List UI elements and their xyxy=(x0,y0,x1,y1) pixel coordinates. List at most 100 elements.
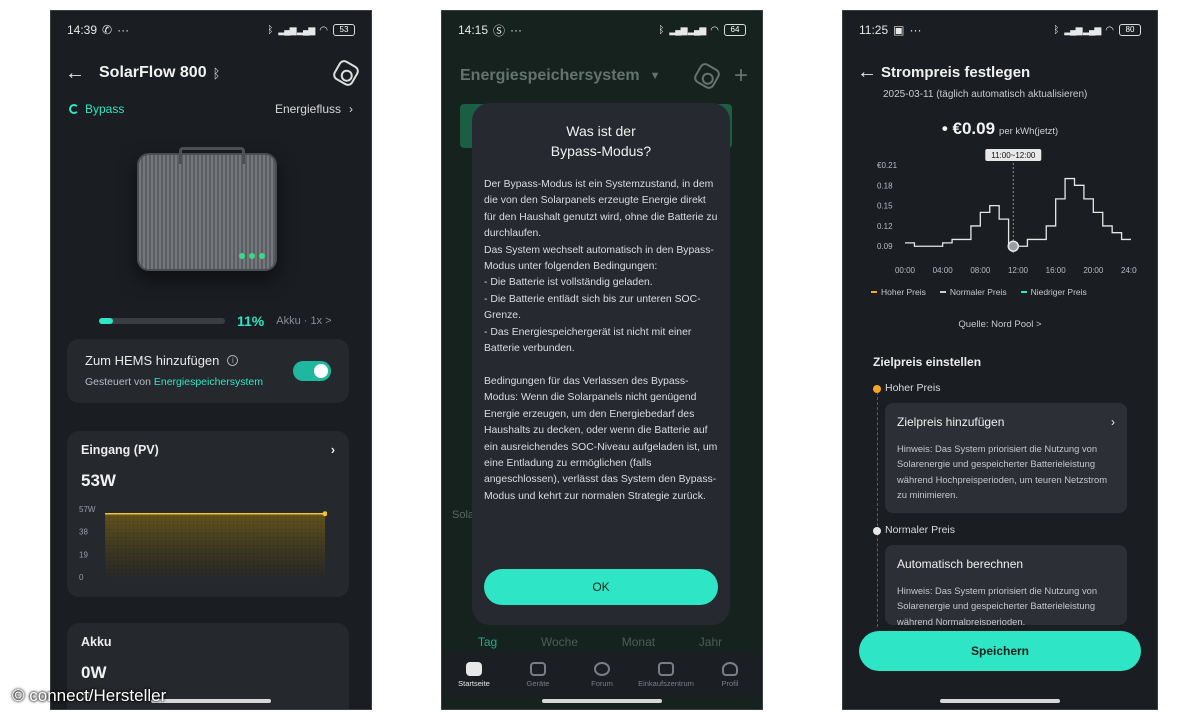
legend-high-label: Hoher Preis xyxy=(881,287,926,297)
tier-high-card-title: Zielpreis hinzufügen xyxy=(897,415,1005,429)
tier-timeline xyxy=(877,387,878,627)
price-xtick: 00:00 xyxy=(895,266,916,275)
bluetooth-icon: ᛒ xyxy=(1053,24,1060,36)
bag-icon xyxy=(658,662,674,676)
info-icon[interactable]: i xyxy=(227,355,239,366)
tier-high-dot xyxy=(873,385,881,393)
tier-normal-card[interactable]: Automatisch berechnen Hinweis: Das Syste… xyxy=(885,545,1127,625)
image-credit: © connect/Hersteller xyxy=(12,686,167,705)
current-price-unit: per kWh(jetzt) xyxy=(999,126,1059,137)
bypass-link[interactable]: Bypass xyxy=(69,102,124,116)
tab-devices-label: Geräte xyxy=(526,679,550,688)
legend-low-swatch xyxy=(1020,291,1027,293)
dialog-title-line2: Bypass-Modus? xyxy=(550,143,652,159)
pv-area-grid xyxy=(105,513,325,577)
pv-ytick: 19 xyxy=(79,550,88,559)
bypass-icon xyxy=(69,104,79,114)
price-xtick: 04:00 xyxy=(933,266,954,275)
status-bar: 11:25 ▣ ··· ᛒ ▂▄▆ ▂▄▆ ◠ 80 xyxy=(843,11,1157,49)
settings-hex-icon[interactable] xyxy=(691,60,723,92)
page-title: Strompreis festlegen xyxy=(881,63,1031,81)
pv-input-card[interactable]: Eingang (PV) › 53W 57W 38 19 0 xyxy=(67,431,349,597)
bypass-label: Bypass xyxy=(85,102,125,116)
device-image xyxy=(137,147,277,271)
price-chart[interactable]: €0.21 0.18 0.15 0.12 0.09 00:00 04:00 08:00 12:… xyxy=(869,149,1137,279)
bottom-tab-bar: Startseite Geräte Forum Einkaufszentrum … xyxy=(442,653,762,697)
tab-forum-label: Forum xyxy=(591,679,613,688)
tier-normal-hint: Hinweis: Das System priorisiert die Nutz… xyxy=(897,585,1098,625)
battery-indicator: 80 xyxy=(1119,24,1141,36)
more-icon: ··· xyxy=(510,23,523,37)
price-xtick: 24:00 xyxy=(1121,266,1137,275)
devices-icon xyxy=(530,662,546,676)
chevron-right-icon: › xyxy=(1111,415,1115,429)
tier-normal-card-title: Automatisch berechnen xyxy=(897,557,1024,571)
mode-row: Bypass Energiefluss › xyxy=(69,99,353,119)
pv-ytick: 57W xyxy=(79,505,96,514)
status-time: 14:39 xyxy=(67,23,98,37)
battery-sub: Akku · 1x > xyxy=(276,315,332,327)
akku-value: 0W xyxy=(81,663,107,682)
price-xtick: 08:00 xyxy=(970,266,991,275)
globe-icon xyxy=(594,662,610,676)
settings-hex-icon[interactable] xyxy=(330,57,362,89)
skype-icon: Ⓢ xyxy=(493,23,506,38)
status-bar: 14:39 ✆ ··· ᛒ ▂▄▆ ▂▄▆ ◠ 53 xyxy=(51,11,371,49)
signal-icon: ▂▄▆ ▂▄▆ xyxy=(669,24,706,35)
battery-progress[interactable]: 11% Akku · 1x > xyxy=(99,313,345,329)
tab-home[interactable]: Startseite xyxy=(444,653,504,697)
tier-high-card[interactable]: Zielpreis hinzufügen › Hinweis: Das Syste… xyxy=(885,403,1127,513)
energy-flow-label: Energiefluss xyxy=(274,102,341,116)
price-xtick: 12:00 xyxy=(1008,266,1029,275)
ok-button[interactable]: OK xyxy=(484,569,718,605)
page-title: SolarFlow 800 xyxy=(99,64,207,81)
page-title[interactable]: Energiespeichersystem xyxy=(460,67,640,85)
price-xtick: 16:00 xyxy=(1046,266,1067,275)
energy-flow-link[interactable]: Energiefluss › xyxy=(275,102,353,116)
person-icon xyxy=(722,662,738,676)
tier-normal-dot xyxy=(873,527,881,535)
tier-normal-label: Normaler Preis xyxy=(885,524,956,536)
back-arrow-icon[interactable]: ← xyxy=(857,61,881,84)
hems-toggle[interactable] xyxy=(293,361,331,381)
pv-value: 53W xyxy=(81,471,116,490)
tier-high-hint: Hinweis: Das System priorisiert die Nutz… xyxy=(897,443,1107,501)
battery-bar xyxy=(99,318,225,324)
legend-normal: Normaler Preis xyxy=(939,287,1007,297)
tab-profile-label: Profil xyxy=(721,679,739,688)
tab-shop[interactable]: Einkaufszentrum xyxy=(636,653,696,697)
battery-percent: 11% xyxy=(237,313,265,329)
tab-profile[interactable]: Profil xyxy=(700,653,760,697)
akku-card-title: Akku xyxy=(81,635,112,649)
home-indicator xyxy=(151,699,271,703)
status-time: 11:25 xyxy=(859,23,889,37)
price-legend: Hoher Preis Normaler Preis Niedriger Pre… xyxy=(871,287,1147,297)
bluetooth-icon: ᛒ xyxy=(267,24,274,36)
phone-solarflow: 14:39 ✆ ··· ᛒ ▂▄▆ ▂▄▆ ◠ 53 ← SolarFlow 800 ᛒ … xyxy=(50,10,372,710)
status-bar: 14:15 Ⓢ ··· ᛒ ▂▄▆ ▂▄▆ ◠ 64 xyxy=(442,11,762,49)
pv-card-title: Eingang (PV) xyxy=(81,443,159,457)
price-ytick: 0.12 xyxy=(877,222,893,231)
save-button[interactable]: Speichern xyxy=(859,631,1141,671)
battery-indicator: 53 xyxy=(333,24,355,36)
top-bar: Energiespeichersystem ▼ + xyxy=(460,59,748,93)
phone-bypass-modal: 14:15 Ⓢ ··· ᛒ ▂▄▆ ▂▄▆ ◠ 64 Energiespeichersys… xyxy=(441,10,763,710)
wifi-icon: ◠ xyxy=(710,24,719,36)
price-source-link[interactable]: Quelle: Nord Pool > xyxy=(843,319,1157,330)
tab-forum[interactable]: Forum xyxy=(572,653,632,697)
hems-title: Zum HEMS hinzufügen xyxy=(85,353,220,368)
signal-icon: ▂▄▆ ▂▄▆ xyxy=(1064,24,1101,35)
back-arrow-icon[interactable]: ← xyxy=(65,62,99,85)
whatsapp-icon: ✆ xyxy=(102,23,113,37)
phone-electricity-price: 11:25 ▣ ··· ᛒ ▂▄▆ ▂▄▆ ◠ 80 ← Strompreis festl… xyxy=(842,10,1158,710)
battery-bar-fill xyxy=(99,318,113,324)
add-icon[interactable]: + xyxy=(734,64,748,88)
top-bar: ← Strompreis festlegen xyxy=(857,59,1143,85)
price-tooltip-label: 11:00~12:00 xyxy=(991,151,1036,160)
home-icon xyxy=(466,662,482,676)
tab-devices[interactable]: Geräte xyxy=(508,653,568,697)
dropdown-caret-icon[interactable]: ▼ xyxy=(650,70,661,82)
hems-sub-link[interactable]: Energiespeichersystem xyxy=(154,376,263,388)
battery-indicator: 64 xyxy=(724,24,746,36)
price-current-point xyxy=(1007,240,1020,252)
